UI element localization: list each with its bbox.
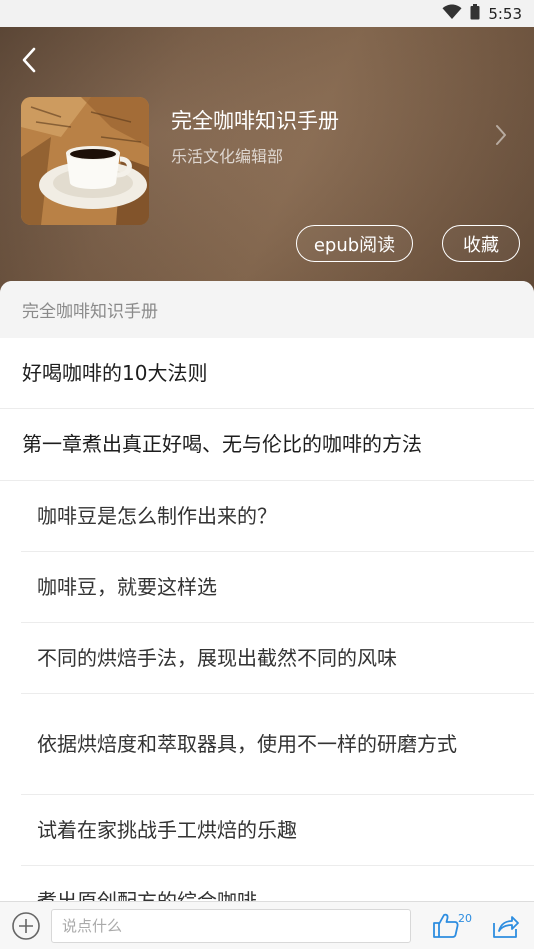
battery-icon xyxy=(470,3,480,24)
share-icon xyxy=(493,916,519,938)
back-arrow-icon xyxy=(22,47,36,73)
thumbs-up-icon xyxy=(433,913,459,938)
toc-item[interactable]: 咖啡豆，就要这样选 xyxy=(21,552,534,623)
toc-list: 好喝咖啡的10大法则 第一章煮出真正好喝、无与伦比的咖啡的方法 咖啡豆是怎么制作… xyxy=(0,338,534,901)
toc-item[interactable]: 依据烘焙度和萃取器具，使用不一样的研磨方式 xyxy=(21,694,534,795)
toc-item[interactable]: 试着在家挑战手工烘焙的乐趣 xyxy=(21,795,534,866)
toc-item-label: 试着在家挑战手工烘焙的乐趣 xyxy=(37,817,297,842)
toc-item-label: 第一章煮出真正好喝、无与伦比的咖啡的方法 xyxy=(22,432,422,456)
epub-read-button[interactable]: epub阅读 xyxy=(296,225,413,262)
plus-icon xyxy=(12,912,40,940)
toc-item-label: 咖啡豆，就要这样选 xyxy=(37,574,217,599)
toc-item[interactable]: 咖啡豆是怎么制作出来的？ xyxy=(21,481,534,552)
wifi-icon xyxy=(442,3,462,24)
toc-sheet: 完全咖啡知识手册 好喝咖啡的10大法则 第一章煮出真正好喝、无与伦比的咖啡的方法… xyxy=(0,281,534,901)
toc-item-label: 不同的烘焙手法，展现出截然不同的风味 xyxy=(37,645,397,670)
comment-bar: 20 xyxy=(0,901,534,949)
back-button[interactable] xyxy=(14,43,44,77)
toc-header: 完全咖啡知识手册 xyxy=(0,281,534,338)
book-cover[interactable] xyxy=(21,97,149,225)
add-button[interactable] xyxy=(11,911,41,941)
comment-input[interactable] xyxy=(51,909,411,943)
book-title: 完全咖啡知识手册 xyxy=(171,109,339,133)
book-detail-button[interactable] xyxy=(494,123,508,151)
toc-item-label: 咖啡豆是怎么制作出来的？ xyxy=(37,503,277,528)
toc-item[interactable]: 好喝咖啡的10大法则 xyxy=(0,338,534,409)
share-button[interactable] xyxy=(490,911,520,941)
toc-item[interactable]: 第一章煮出真正好喝、无与伦比的咖啡的方法 xyxy=(0,409,534,481)
toc-item[interactable]: 不同的烘焙手法，展现出截然不同的风味 xyxy=(21,623,534,694)
status-time: 5:53 xyxy=(488,4,522,23)
toc-item-label: 煮出原创配方的综合咖啡 xyxy=(37,888,257,902)
favorite-button[interactable]: 收藏 xyxy=(442,225,520,262)
like-count: 20 xyxy=(458,912,472,925)
toc-item[interactable]: 煮出原创配方的综合咖啡 xyxy=(21,866,534,902)
book-header: 完全咖啡知识手册 乐活文化编辑部 epub阅读 收藏 xyxy=(0,27,534,295)
toc-item-label: 好喝咖啡的10大法则 xyxy=(22,360,208,385)
chevron-right-icon xyxy=(496,125,506,145)
book-author[interactable]: 乐活文化编辑部 xyxy=(171,143,283,167)
status-bar: 5:53 xyxy=(0,0,534,27)
toc-item-label: 依据烘焙度和萃取器具，使用不一样的研磨方式 xyxy=(37,731,457,756)
